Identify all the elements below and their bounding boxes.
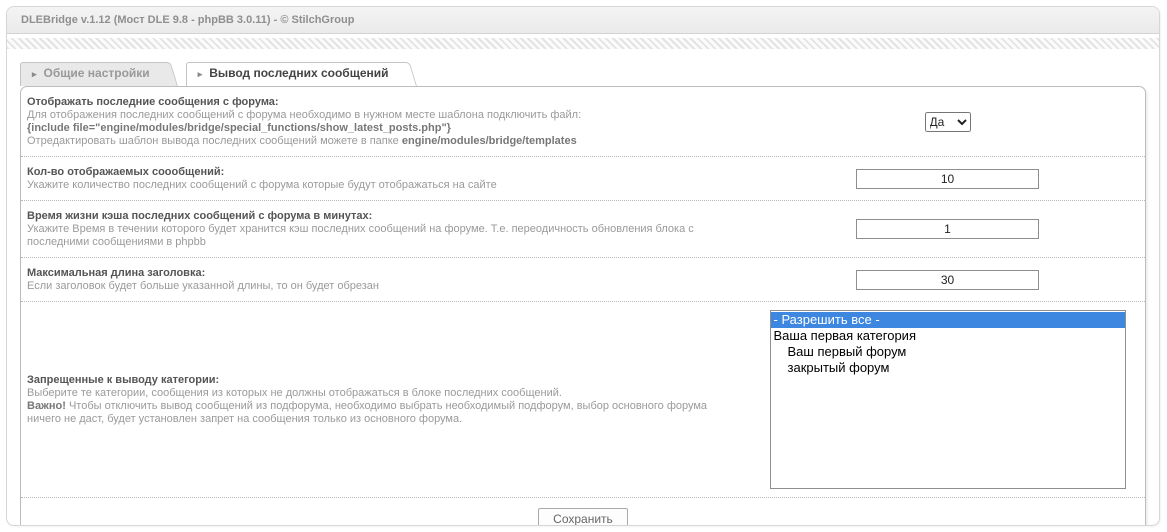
max-title-length-input[interactable] — [856, 269, 1039, 290]
setting-row-max-title-length: Максимальная длина заголовка: Если загол… — [21, 258, 1145, 302]
app-window: DLEBridge v.1.12 (Мост DLE 9.8 - phpBB 3… — [6, 6, 1160, 526]
setting-title: Время жизни кэша последних сообщений с ф… — [27, 210, 373, 222]
setting-description: Для отображения последних сообщений с фо… — [27, 109, 582, 121]
setting-row-posts-count: Кол-во отображаемых соообщений: Укажите … — [21, 157, 1145, 201]
setting-description: Выберите те категории, сообщения из кото… — [27, 387, 562, 399]
listbox-option[interactable]: - Разрешить все - — [770, 312, 1125, 328]
cache-lifetime-input[interactable] — [856, 219, 1039, 239]
setting-description: Если заголовок будет больше указанной дл… — [27, 280, 379, 292]
tab-general-settings[interactable]: ▸ Общие настройки — [20, 62, 180, 86]
setting-title: Запрещенные к выводу категории: — [27, 374, 220, 386]
save-button[interactable]: Сохранить — [538, 508, 628, 525]
window-title-bar: DLEBridge v.1.12 (Мост DLE 9.8 - phpBB 3… — [7, 7, 1159, 34]
setting-row-show-latest: Отображать последние сообщения с форума:… — [21, 87, 1145, 157]
decorative-stripes — [7, 38, 1159, 49]
setting-row-cache-lifetime: Время жизни кэша последних сообщений с ф… — [21, 201, 1145, 258]
tab-label: Вывод последних сообщений — [209, 66, 389, 80]
template-include-code: {include file="engine/modules/bridge/spe… — [27, 122, 451, 134]
posts-count-input[interactable] — [856, 168, 1039, 189]
tab-arrow-icon: ▸ — [197, 69, 203, 79]
important-label: Важно! — [27, 400, 66, 412]
setting-title: Максимальная длина заголовка: — [27, 267, 206, 279]
save-row: Сохранить — [21, 498, 1145, 525]
tab-latest-posts-output[interactable]: ▸ Вывод последних сообщений — [185, 62, 419, 86]
setting-description: Важно! Чтобы отключить вывод сообщений и… — [27, 400, 708, 425]
listbox-option[interactable]: Ваша первая категория — [771, 328, 1125, 344]
setting-title: Отображать последние сообщения с форума: — [27, 96, 279, 108]
listbox-option[interactable]: Ваш первый форум — [771, 344, 1125, 360]
template-folder-path: engine/modules/bridge/templates — [401, 135, 577, 147]
setting-description: Отредактировать шаблон вывода последних … — [27, 135, 577, 147]
app-title: DLEBridge v.1.12 (Мост DLE 9.8 - phpBB 3… — [21, 14, 355, 26]
tab-label: Общие настройки — [43, 66, 150, 80]
setting-description: Укажите количество последних сообщений с… — [27, 179, 497, 191]
tab-arrow-icon: ▸ — [32, 69, 37, 79]
listbox-option[interactable]: закрытый форум — [771, 360, 1125, 376]
tab-bar: ▸ Общие настройки ▸ Вывод последних сообще… — [20, 62, 1159, 86]
show-latest-select[interactable]: Да — [924, 111, 971, 132]
settings-panel: Отображать последние сообщения с форума:… — [20, 86, 1146, 525]
forbidden-categories-listbox[interactable]: - Разрешить все - Ваша первая категория Ва… — [769, 310, 1126, 489]
setting-description: Укажите Время в течении которого будет х… — [27, 223, 694, 248]
setting-row-forbidden-categories: Запрещенные к выводу категории: Выберите… — [21, 302, 1145, 498]
setting-title: Кол-во отображаемых соообщений: — [27, 166, 225, 178]
